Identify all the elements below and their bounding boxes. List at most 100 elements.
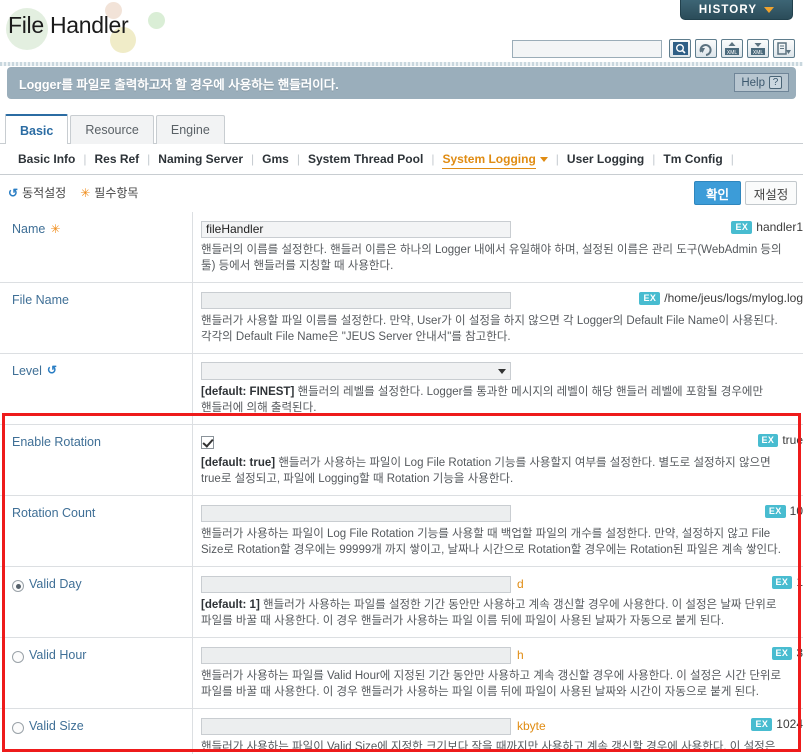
valid-day-radio[interactable] — [12, 580, 24, 592]
row-body: h EX 3 핸들러가 사용하는 파일를 Valid Hour에 지정된 기간 … — [193, 638, 803, 708]
tab-engine[interactable]: Engine — [155, 115, 225, 144]
ex-value: 3 — [796, 646, 803, 660]
page-title: File Handler — [8, 12, 129, 38]
ex-value: 1024 — [776, 717, 803, 731]
valid-day-input[interactable] — [201, 575, 511, 593]
row-label: Name ✳ — [0, 212, 193, 282]
tab-resource[interactable]: Resource — [70, 115, 154, 144]
field-line: EX handler1 — [201, 220, 803, 238]
main-tabs: Basic Resource Engine — [0, 113, 803, 145]
legend-row: ↺ 동적설정 ✳ 필수항목 확인 재설정 — [0, 175, 803, 212]
legend-dynamic: ↺ 동적설정 — [8, 184, 66, 201]
row-body: EX /home/jeus/logs/mylog.log 핸들러가 사용할 파일… — [193, 283, 803, 353]
confirm-button[interactable]: 확인 — [694, 181, 741, 205]
row-description: [default: FINEST] 핸들러의 레벨를 설정한다. Logger를… — [201, 384, 803, 416]
form-row-name: Name ✳ EX handler1 핸들러의 이름를 설정한다. 핸들러 이름… — [0, 212, 803, 283]
help-button[interactable]: Help ? — [734, 73, 789, 92]
subtab-user-logging[interactable]: User Logging — [559, 144, 652, 174]
valid-size-input[interactable] — [201, 717, 511, 735]
legend-required-label: 필수항목 — [94, 186, 139, 200]
legend-items: ↺ 동적설정 ✳ 필수항목 — [8, 184, 138, 201]
search-input[interactable] — [512, 39, 662, 58]
subtab-system-thread-pool[interactable]: System Thread Pool — [300, 144, 431, 174]
row-body: EX true [default: true] 핸들러가 사용하는 파일이 Lo… — [193, 425, 803, 495]
subtab-res-ref[interactable]: Res Ref — [86, 144, 147, 174]
subtab-tm-config[interactable]: Tm Config — [655, 144, 730, 174]
default-value: [default: 1] — [201, 599, 260, 611]
svg-text:XML: XML — [727, 50, 738, 56]
valid-hour-radio[interactable] — [12, 651, 24, 663]
legend-dynamic-label: 동적설정 — [22, 186, 67, 200]
example-value: EX true — [757, 433, 803, 447]
enable-rotation-checkbox[interactable] — [201, 435, 214, 449]
ex-badge: EX — [751, 717, 773, 731]
row-body: [default: FINEST] 핸들러의 레벨를 설정한다. Logger를… — [193, 354, 803, 424]
history-button[interactable]: HISTORY — [680, 0, 793, 20]
ex-value: true — [782, 433, 803, 447]
search-icon[interactable] — [669, 39, 691, 58]
asterisk-icon: ✳ — [80, 185, 91, 200]
description-banner: Logger를 파일로 출력하고자 할 경우에 사용하는 핸들러이다. Help… — [7, 67, 796, 99]
subtab-gms[interactable]: Gms — [254, 144, 297, 174]
reset-button[interactable]: 재설정 — [745, 181, 797, 205]
ex-badge: EX — [639, 291, 661, 305]
row-description: [default: true] 핸들러가 사용하는 파일이 Log File R… — [201, 455, 803, 487]
action-buttons: 확인 재설정 — [694, 181, 797, 205]
example-value: EX 3 — [771, 646, 803, 660]
file-name-input[interactable] — [201, 291, 511, 309]
subtab-naming-server[interactable]: Naming Server — [150, 144, 251, 174]
valid-size-radio[interactable] — [12, 722, 24, 734]
field-line: EX /home/jeus/logs/mylog.log — [201, 291, 803, 309]
example-value: EX /home/jeus/logs/mylog.log — [639, 291, 803, 305]
row-label-text: Valid Hour — [29, 648, 87, 662]
row-label-text: Name — [12, 222, 46, 236]
row-description: 핸들러의 이름를 설정한다. 핸들러 이름은 하나의 Logger 내에서 유일… — [201, 244, 782, 272]
active-underline — [442, 168, 536, 169]
unit-label: kbyte — [517, 719, 546, 733]
example-value: EX handler1 — [731, 220, 803, 234]
level-select[interactable] — [201, 362, 511, 380]
xml-import-icon[interactable]: XML — [721, 39, 743, 58]
reset-button-label: 재설정 — [753, 187, 789, 202]
form-row-enable-rotation: Enable Rotation EX true [default: true] … — [0, 425, 803, 496]
field-line: d EX 1 — [201, 575, 803, 593]
subtab-system-logging[interactable]: System Logging — [434, 144, 555, 174]
rotation-count-input[interactable] — [201, 504, 511, 522]
sub-tabstrip: Basic Info | Res Ref | Naming Server | G… — [0, 144, 803, 175]
legend-required: ✳ 필수항목 — [80, 184, 138, 201]
default-value: [default: FINEST] — [201, 386, 295, 398]
unit-label: d — [517, 577, 524, 591]
description-text: Logger를 파일로 출력하고자 할 경우에 사용하는 핸들러이다. — [19, 77, 339, 92]
field-line: h EX 3 — [201, 646, 803, 664]
row-label-text: Valid Size — [29, 719, 84, 733]
row-body: EX 10 핸들러가 사용하는 파일이 Log File Rotation 기능… — [193, 496, 803, 566]
subtab-system-thread-pool-label: System Thread Pool — [307, 152, 424, 166]
row-label: Level ↺ — [0, 354, 193, 424]
export-icon[interactable] — [773, 39, 795, 58]
field-line: EX true — [201, 433, 803, 451]
name-input[interactable] — [201, 220, 511, 238]
decorative-circle — [148, 12, 165, 29]
field-line: EX 10 — [201, 504, 803, 522]
valid-hour-input[interactable] — [201, 646, 511, 664]
history-label: HISTORY — [698, 3, 758, 16]
subtab-basic-info[interactable]: Basic Info — [10, 144, 83, 174]
tab-basic[interactable]: Basic — [5, 114, 69, 145]
tab-engine-label: Engine — [170, 123, 210, 137]
question-mark-icon: ? — [769, 76, 782, 89]
ex-badge: EX — [771, 646, 793, 660]
xml-export-icon[interactable]: XML — [747, 39, 769, 58]
row-label: Valid Day — [0, 567, 193, 637]
subtab-tm-config-label: Tm Config — [663, 152, 723, 166]
row-description: 핸들러가 사용하는 파일이 Log File Rotation 기능를 사용할 … — [201, 528, 781, 556]
chevron-down-icon — [498, 368, 506, 374]
row-label-text: File Name — [12, 293, 69, 307]
tab-basic-label: Basic — [20, 123, 54, 138]
row-label-text: Enable Rotation — [12, 435, 101, 449]
row-body: kbyte EX 1024 핸들러가 사용하는 파일이 Valid Size에 … — [193, 709, 803, 754]
top-header: File Handler HISTORY XML XML — [0, 0, 803, 66]
svg-text:XML: XML — [753, 50, 764, 56]
refresh-icon[interactable] — [695, 39, 717, 58]
ex-badge: EX — [764, 504, 786, 518]
subtab-gms-label: Gms — [262, 152, 289, 166]
